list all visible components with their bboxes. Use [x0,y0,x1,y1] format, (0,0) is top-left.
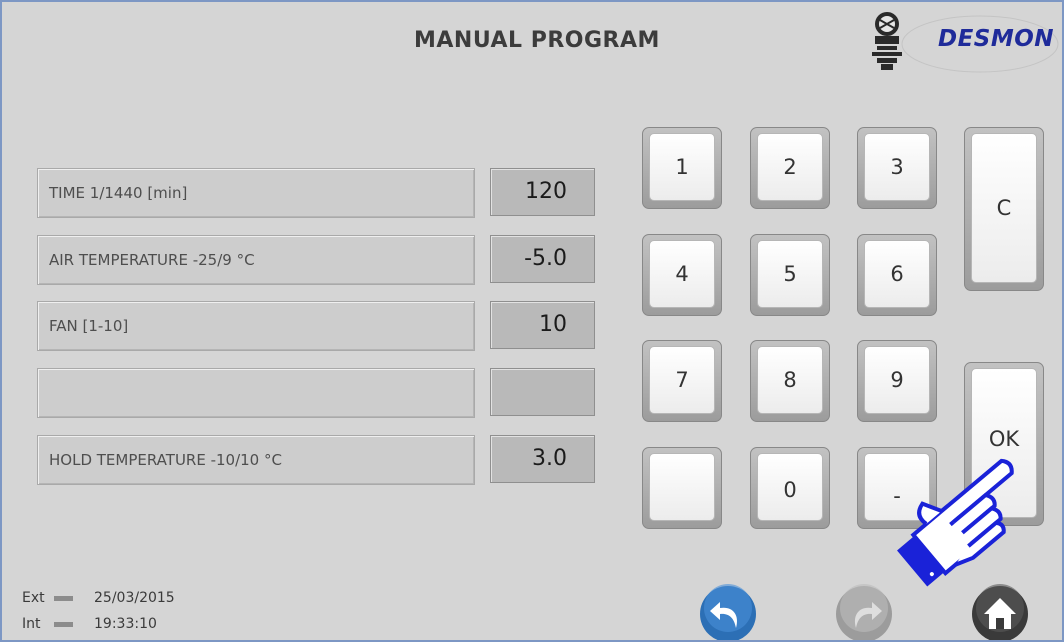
home-icon [972,584,1028,640]
key-6-label: 6 [864,240,930,308]
param-label-hold-temperature: HOLD TEMPERATURE -10/10 °C [37,435,475,485]
key-0[interactable]: 0 [750,447,830,529]
key-6[interactable]: 6 [857,234,937,316]
key-blank[interactable] [642,447,722,529]
param-value-air-temperature[interactable]: -5.0 [490,235,595,283]
status-ext: Ext 25/03/2015 [22,590,175,606]
screen: MANUAL PROGRAM DESMON TIME 1/1440 [min] … [0,0,1064,642]
param-value-empty[interactable] [490,368,595,416]
home-button[interactable] [970,584,1030,642]
key-3-label: 3 [864,133,930,201]
clear-button-label: C [971,133,1037,283]
key-9[interactable]: 9 [857,340,937,422]
param-value-fan[interactable]: 10 [490,301,595,349]
key-4[interactable]: 4 [642,234,722,316]
key-8-label: 8 [757,346,823,414]
brand-name: DESMON [938,26,1055,52]
key-1[interactable]: 1 [642,127,722,209]
key-9-label: 9 [864,346,930,414]
key-7-label: 7 [649,346,715,414]
status-date: 25/03/2015 [94,590,175,606]
status-time: 19:33:10 [94,616,157,632]
param-label-empty [37,368,475,418]
key-4-label: 4 [649,240,715,308]
int-indicator [54,621,73,627]
status-int: Int 19:33:10 [22,616,157,632]
param-value-time[interactable]: 120 [490,168,595,216]
param-label-time: TIME 1/1440 [min] [37,168,475,218]
pointing-hand-icon [897,458,1014,587]
param-label-fan: FAN [1-10] [37,301,475,351]
key-1-label: 1 [649,133,715,201]
ext-indicator [54,595,73,601]
key-8[interactable]: 8 [750,340,830,422]
key-blank-label [649,453,715,521]
key-3[interactable]: 3 [857,127,937,209]
key-5-label: 5 [757,240,823,308]
key-2[interactable]: 2 [750,127,830,209]
back-arrow-icon [700,584,756,640]
key-5[interactable]: 5 [750,234,830,316]
key-2-label: 2 [757,133,823,201]
param-label-air-temperature: AIR TEMPERATURE -25/9 °C [37,235,475,285]
key-0-label: 0 [757,453,823,521]
key-7[interactable]: 7 [642,340,722,422]
ext-label: Ext [22,590,45,606]
forward-arrow-icon [836,584,892,640]
back-button[interactable] [698,584,758,642]
clear-button[interactable]: C [964,127,1044,291]
int-label: Int [22,616,41,632]
param-value-hold-temperature[interactable]: 3.0 [490,435,595,483]
forward-button[interactable] [834,584,894,642]
page-title: MANUAL PROGRAM [414,28,660,53]
